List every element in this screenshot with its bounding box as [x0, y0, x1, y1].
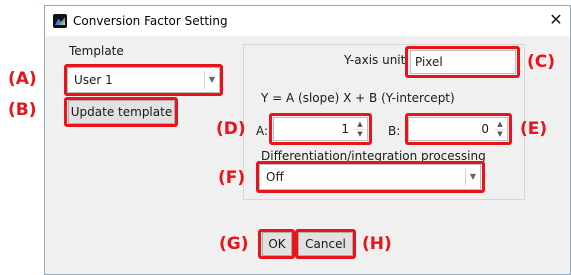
callout-a: (A): [8, 69, 37, 89]
b-label: B:: [388, 124, 401, 138]
y-axis-unit-label: Y-axis unit: [344, 53, 406, 67]
dialog-title: Conversion Factor Setting: [73, 14, 228, 28]
highlight-c: [405, 46, 520, 78]
a-label: A:: [256, 124, 269, 138]
highlight-h: [295, 229, 356, 259]
callout-e: (E): [520, 119, 548, 139]
highlight-e: [405, 113, 512, 145]
highlight-a: [64, 64, 223, 96]
callout-b: (B): [8, 100, 37, 120]
highlight-f: [256, 161, 485, 193]
title-bar: Conversion Factor Setting ✕: [45, 6, 570, 36]
close-icon[interactable]: ✕: [545, 10, 567, 30]
callout-d: (D): [216, 119, 246, 139]
callout-f: (F): [218, 168, 246, 188]
formula-text: Y = A (slope) X + B (Y-intercept): [261, 91, 455, 105]
highlight-d: [269, 113, 372, 145]
highlight-g: [258, 229, 295, 259]
callout-h: (H): [362, 234, 392, 254]
highlight-b: [64, 97, 178, 127]
callout-g: (G): [219, 234, 249, 254]
app-icon: [53, 14, 67, 28]
template-label: Template: [69, 44, 124, 58]
callout-c: (C): [527, 52, 556, 72]
